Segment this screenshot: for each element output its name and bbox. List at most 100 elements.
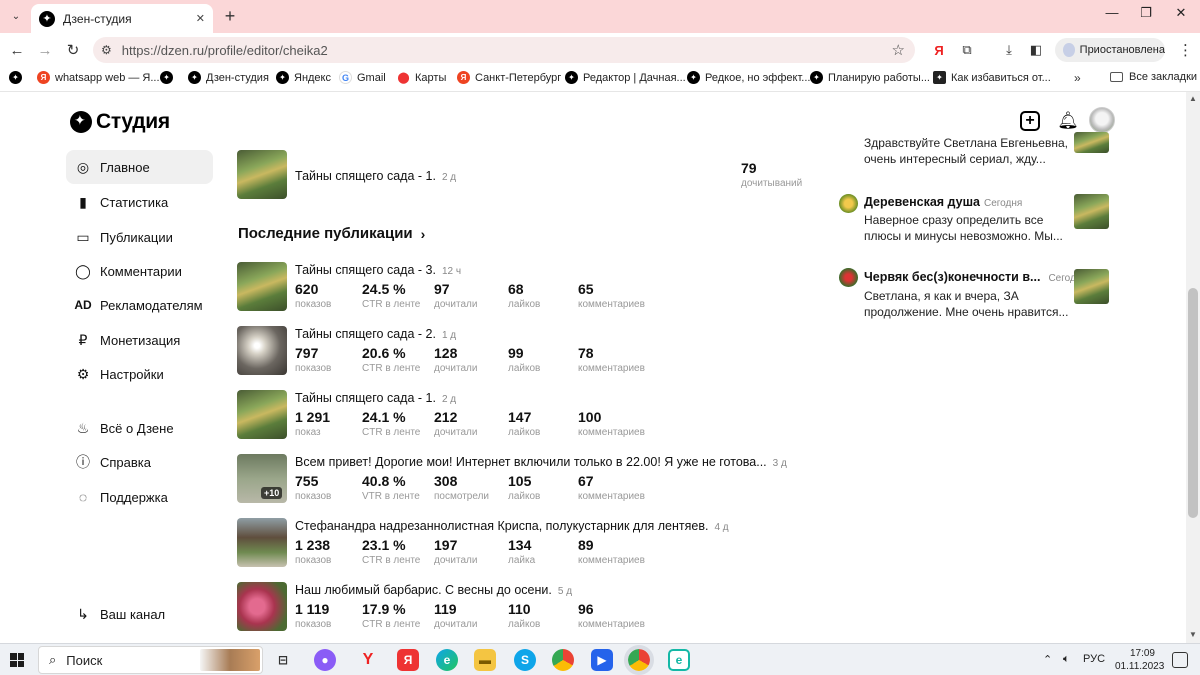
comment-thumbnail[interactable] (1074, 132, 1109, 153)
skype-icon[interactable]: S (514, 649, 536, 671)
bookmark-item[interactable]: ✦ Редкое, но эффект... (687, 71, 810, 84)
chrome-active-icon[interactable] (624, 645, 654, 675)
profile-button[interactable]: Приостановлена (1055, 38, 1165, 62)
minimize-icon[interactable]: — (1097, 5, 1127, 20)
publication-title[interactable]: Стефанандра надрезаннолистная Криспа, по… (295, 519, 729, 533)
bookmark-item[interactable]: ⬤ Карты (397, 71, 446, 84)
publication-title[interactable]: Наш любимый барбарис. С весны до осени. 5… (295, 583, 572, 597)
bell-icon[interactable]: 🔔︎ (1057, 110, 1079, 132)
nav-item-settings[interactable]: ⚙ Настройки (66, 357, 213, 391)
publication-thumbnail[interactable] (237, 326, 287, 375)
publication-thumbnail[interactable]: +10 (237, 454, 287, 503)
side-panel-icon[interactable]: ◧ (1027, 41, 1045, 59)
scrollbar-thumb[interactable] (1188, 288, 1198, 518)
create-button[interactable]: + (1019, 110, 1041, 132)
publication-thumbnail[interactable] (237, 582, 287, 631)
window-close-icon[interactable]: ✕ (1166, 5, 1196, 21)
bookmark-item[interactable]: Я Санкт-Петербург (457, 71, 561, 84)
stat-value: 78 (578, 345, 594, 361)
publication-title[interactable]: Тайны спящего сада - 1. 2 д (295, 169, 456, 183)
taskbar-search[interactable]: ⌕ Поиск (38, 646, 263, 674)
scroll-down-icon[interactable]: ▼ (1189, 630, 1197, 639)
comment-thumbnail[interactable] (1074, 194, 1109, 229)
stat-value: 797 (295, 345, 319, 361)
latest-publications-heading[interactable]: Последние публикации › (238, 225, 425, 242)
extensions-puzzle-icon[interactable]: ⧉ (958, 41, 976, 59)
nav-item-your-channel[interactable]: ↳ Ваш канал (66, 597, 213, 631)
avatar[interactable] (1089, 107, 1115, 133)
publication-thumbnail[interactable] (237, 262, 287, 311)
yandex-extension-icon[interactable]: Я (930, 41, 948, 59)
scroll-up-icon[interactable]: ▲ (1189, 94, 1197, 103)
alice-icon[interactable]: ● (314, 649, 336, 671)
all-bookmarks-button[interactable]: Все закладки (1110, 71, 1197, 83)
new-tab-plus-icon[interactable]: + (220, 6, 240, 27)
yandex-browser-icon[interactable]: Y (357, 649, 379, 671)
publication-title[interactable]: Тайны спящего сада - 1. 2 д (295, 391, 456, 405)
publication-title[interactable]: Тайны спящего сада - 2. 1 д (295, 327, 456, 341)
close-icon[interactable]: ✕ (196, 12, 205, 25)
bookmark-apps[interactable]: ✦ (9, 71, 22, 84)
reload-icon[interactable]: ↻ (63, 40, 83, 60)
publication-thumbnail[interactable] (237, 390, 287, 439)
comment-avatar[interactable] (839, 268, 858, 287)
publication-thumbnail[interactable] (237, 518, 287, 567)
nav-item-help[interactable]: ⓘ Справка (66, 445, 213, 479)
bookmark-item[interactable]: ✦ Как избавиться от... (933, 71, 1051, 84)
more-bookmarks-chevron-icon[interactable]: » (1074, 71, 1081, 85)
bookmark-item[interactable]: ✦ Редактор | Дачная... (565, 71, 686, 84)
nav-item-monetization[interactable]: ₽ Монетизация (66, 323, 213, 357)
comment-thumbnail[interactable] (1074, 269, 1109, 304)
address-bar[interactable]: ⚙ https://dzen.ru/profile/editor/cheika2… (93, 37, 915, 63)
windows-start-icon[interactable] (10, 653, 24, 667)
nav-item-about-dzen[interactable]: ♨ Всё о Дзене (66, 411, 213, 445)
comment-author[interactable]: Деревенская душа Сегодня (864, 195, 1022, 209)
file-explorer-icon[interactable]: ▬ (474, 649, 496, 671)
browser-tab-active[interactable]: ✦ Дзен-студия ✕ (31, 4, 213, 33)
forward-arrow-icon[interactable]: → (35, 40, 55, 60)
bookmark-item[interactable]: ✦ Дзен-студия (188, 71, 269, 84)
page-scrollbar[interactable]: ▲ ▼ (1186, 92, 1200, 643)
nav-item-comments[interactable]: ◯ Комментарии (66, 254, 213, 288)
publication-age: 5 д (557, 586, 573, 597)
comment-avatar[interactable] (839, 194, 858, 213)
nav-item-support[interactable]: ◌ Поддержка (66, 480, 213, 514)
video-app-icon[interactable]: ▶ (591, 649, 613, 671)
maximize-icon[interactable]: ❐ (1131, 5, 1161, 21)
publication-title[interactable]: Тайны спящего сада - 3. 12 ч (295, 263, 461, 277)
comment-text[interactable]: Светлана, я как и вчера, ЗА продолжение.… (864, 289, 1069, 320)
site-info-icon[interactable]: ⚙ (101, 43, 112, 57)
publication-thumbnail[interactable] (237, 150, 287, 199)
edge-icon[interactable]: e (436, 649, 458, 671)
comment-text[interactable]: Наверное сразу определить все плюсы и ми… (864, 213, 1069, 244)
notifications-icon[interactable] (1172, 652, 1188, 668)
bookmark-item[interactable]: ✦ Планирую работы... (810, 71, 930, 84)
back-arrow-icon[interactable]: ← (7, 40, 27, 60)
comment-author[interactable]: Червяк бес(з)конечности в... Сегодня (864, 270, 1087, 284)
task-view-icon[interactable]: ⊟ (272, 649, 294, 671)
publication-stat: 24.1 % CTR в ленте (362, 409, 420, 438)
tray-chevron-icon[interactable]: ⌃ (1043, 653, 1052, 666)
nav-item-main[interactable]: ◎ Главное (66, 150, 213, 184)
comment-text[interactable]: Здравствуйте Светлана Евгеньевна, очень … (864, 136, 1069, 167)
chrome-icon[interactable] (552, 649, 574, 671)
nav-item-statistics[interactable]: ▮ Статистика (66, 185, 213, 219)
language-indicator[interactable]: РУС (1083, 653, 1105, 665)
bookmark-item[interactable]: G Gmail (339, 71, 386, 84)
bookmark-item[interactable]: ✦ (160, 71, 173, 84)
speaker-icon[interactable]: 🔈︎ (1063, 653, 1070, 666)
bookmark-star-icon[interactable]: ☆ (892, 41, 905, 59)
publication-title[interactable]: Всем привет! Дорогие мои! Интернет включ… (295, 455, 787, 469)
yandex-app-icon[interactable]: Я (397, 649, 419, 671)
download-icon[interactable]: ⤓ (1000, 41, 1018, 59)
nav-item-advertisers[interactable]: AD Рекламодателям (66, 288, 213, 322)
taskbar-clock[interactable]: 17:09 01.11.2023 (1115, 647, 1164, 673)
e-app-icon[interactable]: e (668, 649, 690, 671)
tab-search-chevron-icon[interactable]: ⌄ (6, 6, 26, 26)
studio-logo[interactable]: Студия (70, 110, 170, 134)
nav-item-publications[interactable]: ▭ Публикации (66, 220, 213, 254)
bookmark-item[interactable]: Яwhatsapp web — Я... (37, 71, 160, 84)
browser-menu-icon[interactable]: ⋮ (1178, 41, 1193, 59)
bookmark-label: Планирую работы... (828, 71, 930, 84)
bookmark-item[interactable]: ✦ Яндекс (276, 71, 331, 84)
